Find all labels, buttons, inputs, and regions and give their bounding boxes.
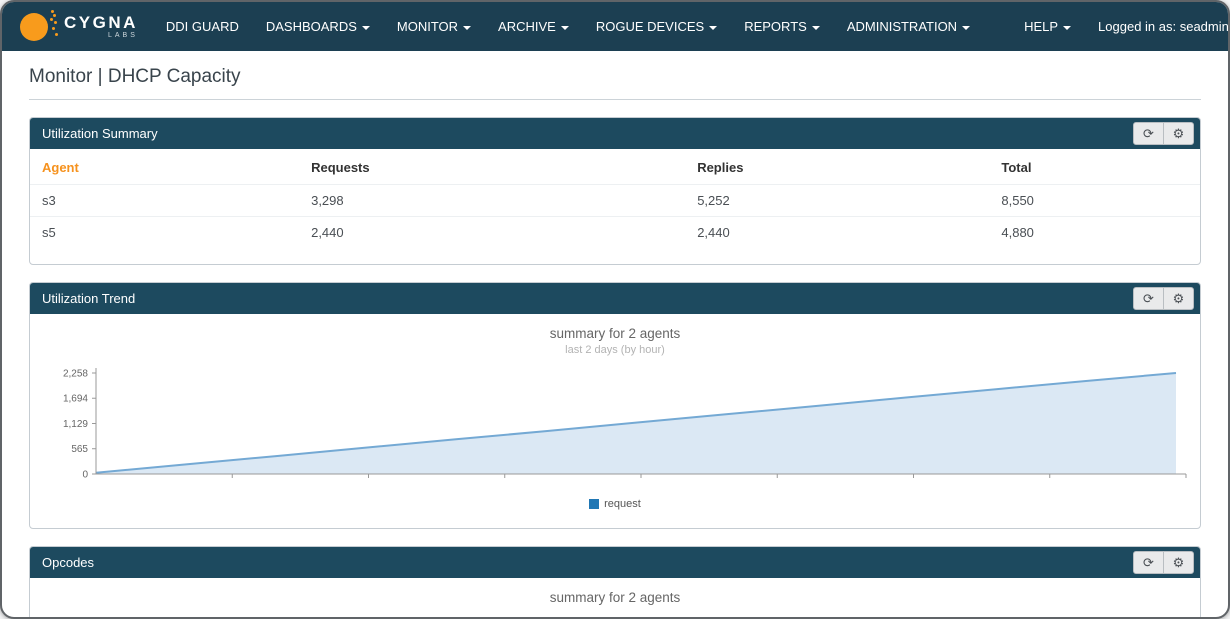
legend-swatch-request	[589, 499, 599, 509]
refresh-button[interactable]: ⟳	[1133, 122, 1164, 145]
opcodes-chart-block: summary for 2 agents	[30, 578, 1200, 619]
refresh-icon: ⟳	[1143, 127, 1154, 140]
panel-title: Utilization Summary	[42, 126, 158, 141]
chevron-down-icon	[962, 26, 970, 30]
nav-item-ddi-guard[interactable]: DDI GUARD	[166, 19, 239, 34]
refresh-icon: ⟳	[1143, 556, 1154, 569]
cell-agent: s5	[30, 217, 299, 249]
utilization-trend-panel: Utilization Trend ⟳ ⚙ summary for 2 agen…	[29, 282, 1201, 529]
svg-text:2,258: 2,258	[63, 369, 88, 380]
nav-item-user-menu[interactable]: Logged in as: seadmin	[1098, 19, 1230, 34]
cell-replies: 2,440	[685, 217, 989, 249]
cell-agent: s3	[30, 185, 299, 217]
opcodes-header: Opcodes ⟳ ⚙	[30, 547, 1200, 578]
chart-title: summary for 2 agents	[30, 326, 1200, 341]
chart-legend: request	[30, 498, 1200, 510]
panel-title: Opcodes	[42, 555, 94, 570]
column-header-replies[interactable]: Replies	[685, 149, 989, 185]
nav-menu: DDI GUARD DASHBOARDS MONITOR ARCHIVE ROG…	[166, 19, 997, 34]
panel-toolbar: ⟳ ⚙	[1133, 122, 1194, 145]
panel-title: Utilization Trend	[42, 291, 135, 306]
opcodes-panel: Opcodes ⟳ ⚙ summary for 2 agents	[29, 546, 1201, 619]
utilization-summary-table: Agent Requests Replies Total s3 3,298 5,…	[30, 149, 1200, 248]
chart-title: summary for 2 agents	[30, 590, 1200, 605]
page-title: Monitor | DHCP Capacity	[29, 66, 1201, 88]
svg-text:0: 0	[82, 470, 88, 481]
utilization-summary-panel: Utilization Summary ⟳ ⚙ Agent Requests R…	[29, 117, 1201, 265]
chevron-down-icon	[561, 26, 569, 30]
gear-icon: ⚙	[1173, 556, 1185, 569]
brand-subname: LABS	[108, 31, 138, 40]
chevron-down-icon	[362, 26, 370, 30]
nav-item-reports[interactable]: REPORTS	[744, 19, 820, 34]
cell-requests: 3,298	[299, 185, 685, 217]
panel-toolbar: ⟳ ⚙	[1133, 551, 1194, 574]
nav-item-administration[interactable]: ADMINISTRATION	[847, 19, 970, 34]
chart-subtitle: last 2 days (by hour)	[30, 344, 1200, 356]
nav-item-monitor[interactable]: MONITOR	[397, 19, 471, 34]
cygna-logo-icon	[20, 11, 54, 43]
nav-right: HELP Logged in as: seadmin	[997, 19, 1230, 34]
refresh-icon: ⟳	[1143, 292, 1154, 305]
nav-item-rogue-devices[interactable]: ROGUE DEVICES	[596, 19, 717, 34]
panel-toolbar: ⟳ ⚙	[1133, 287, 1194, 310]
top-navbar: CYGNA LABS DDI GUARD DASHBOARDS MONITOR …	[2, 2, 1228, 51]
cell-requests: 2,440	[299, 217, 685, 249]
svg-text:1,694: 1,694	[63, 394, 88, 405]
chevron-down-icon	[709, 26, 717, 30]
gear-icon: ⚙	[1173, 292, 1185, 305]
table-row: s3 3,298 5,252 8,550	[30, 185, 1200, 217]
settings-button[interactable]: ⚙	[1163, 122, 1194, 145]
window-frame: CYGNA LABS DDI GUARD DASHBOARDS MONITOR …	[0, 0, 1230, 619]
nav-item-archive[interactable]: ARCHIVE	[498, 19, 569, 34]
refresh-button[interactable]: ⟳	[1133, 551, 1164, 574]
table-header-row: Agent Requests Replies Total	[30, 149, 1200, 185]
title-divider	[29, 99, 1201, 100]
svg-text:565: 565	[71, 444, 88, 455]
cell-total: 4,880	[989, 217, 1200, 249]
table-row: s5 2,440 2,440 4,880	[30, 217, 1200, 249]
gear-icon: ⚙	[1173, 127, 1185, 140]
chevron-down-icon	[463, 26, 471, 30]
cell-replies: 5,252	[685, 185, 989, 217]
nav-item-help[interactable]: HELP	[1024, 19, 1071, 34]
chevron-down-icon	[1063, 26, 1071, 30]
brand: CYGNA LABS	[64, 14, 138, 40]
utilization-summary-header: Utilization Summary ⟳ ⚙	[30, 118, 1200, 149]
trend-chart-block: summary for 2 agents last 2 days (by hou…	[30, 314, 1200, 528]
column-header-agent[interactable]: Agent	[30, 149, 299, 185]
utilization-trend-chart: 0 565 1,129 1,694 2,258	[34, 364, 1196, 494]
nav-item-dashboards[interactable]: DASHBOARDS	[266, 19, 370, 34]
column-header-requests[interactable]: Requests	[299, 149, 685, 185]
utilization-trend-header: Utilization Trend ⟳ ⚙	[30, 283, 1200, 314]
legend-label: request	[604, 498, 641, 510]
refresh-button[interactable]: ⟳	[1133, 287, 1164, 310]
settings-button[interactable]: ⚙	[1163, 551, 1194, 574]
brand-name: CYGNA	[64, 14, 138, 31]
chevron-down-icon	[812, 26, 820, 30]
cell-total: 8,550	[989, 185, 1200, 217]
settings-button[interactable]: ⚙	[1163, 287, 1194, 310]
svg-text:1,129: 1,129	[63, 419, 88, 430]
column-header-total[interactable]: Total	[989, 149, 1200, 185]
